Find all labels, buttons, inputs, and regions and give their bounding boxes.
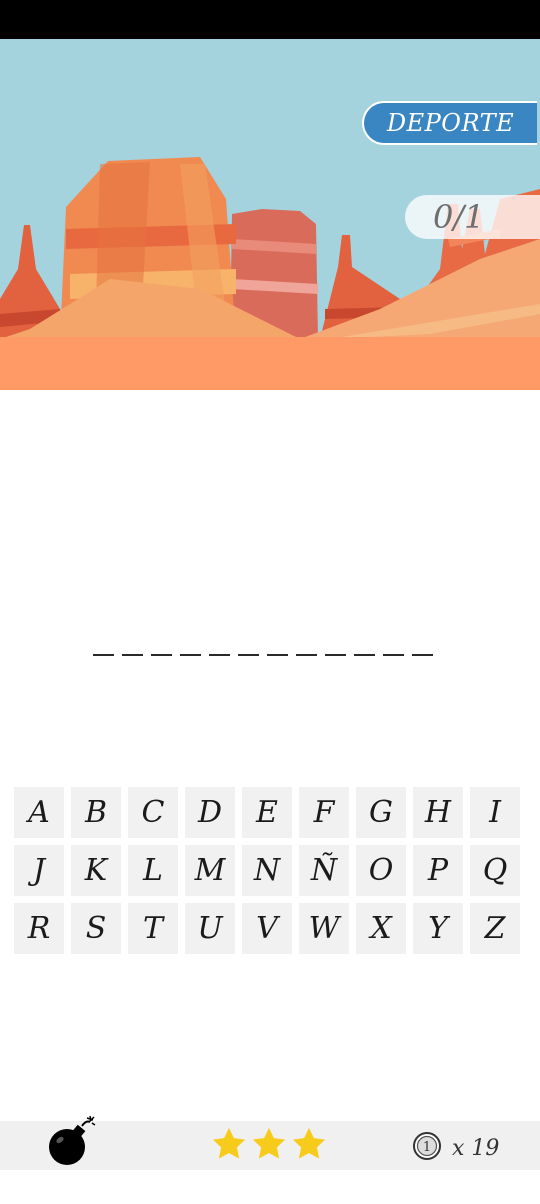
letter-blank — [93, 654, 114, 656]
coin-count: x 19 — [452, 1135, 500, 1161]
key-b[interactable]: B — [71, 787, 121, 838]
letter-blank — [151, 654, 172, 656]
letter-blank — [267, 654, 288, 656]
bomb-icon[interactable] — [46, 1114, 98, 1170]
letter-keyboard: ABCDEFGHI JKLMNÑOPQ RSTUVWXYZ — [14, 787, 526, 961]
letter-blank — [209, 654, 230, 656]
key-h[interactable]: H — [413, 787, 463, 838]
key-c[interactable]: C — [128, 787, 178, 838]
coin-balance: 1 x 19 — [412, 1131, 499, 1165]
key-o[interactable]: O — [356, 845, 406, 896]
desert-background: DEPORTE 0/1 — [0, 39, 540, 390]
key-e[interactable]: E — [242, 787, 292, 838]
key-p[interactable]: P — [413, 845, 463, 896]
letter-blank — [122, 654, 143, 656]
star-icon — [292, 1127, 326, 1159]
key-n[interactable]: N — [242, 845, 292, 896]
key-y[interactable]: Y — [413, 903, 463, 954]
letter-blank — [383, 654, 404, 656]
letter-blank — [354, 654, 375, 656]
key-l[interactable]: L — [128, 845, 178, 896]
key-s[interactable]: S — [71, 903, 121, 954]
progress-counter: 0/1 — [405, 195, 540, 239]
star-icon — [212, 1127, 246, 1159]
status-bar — [0, 0, 540, 39]
key-v[interactable]: V — [242, 903, 292, 954]
category-badge: DEPORTE — [362, 101, 537, 145]
letter-blank — [238, 654, 259, 656]
key-i[interactable]: I — [470, 787, 520, 838]
keyboard-row: ABCDEFGHI — [14, 787, 526, 838]
letter-blank — [296, 654, 317, 656]
key-j[interactable]: J — [14, 845, 64, 896]
letter-blank — [412, 654, 433, 656]
key-u[interactable]: U — [185, 903, 235, 954]
star-icon — [252, 1127, 286, 1159]
answer-blanks — [93, 640, 443, 660]
key-x[interactable]: X — [356, 903, 406, 954]
svg-text:1: 1 — [423, 1140, 431, 1155]
key-d[interactable]: D — [185, 787, 235, 838]
key-z[interactable]: Z — [470, 903, 520, 954]
coin-icon: 1 — [412, 1131, 442, 1165]
star-rating — [210, 1125, 328, 1163]
key-t[interactable]: T — [128, 903, 178, 954]
key-q[interactable]: Q — [470, 845, 520, 896]
letter-blank — [325, 654, 346, 656]
key-g[interactable]: G — [356, 787, 406, 838]
key-k[interactable]: K — [71, 845, 121, 896]
keyboard-row: RSTUVWXYZ — [14, 903, 526, 954]
key-r[interactable]: R — [14, 903, 64, 954]
letter-blank — [180, 654, 201, 656]
key-w[interactable]: W — [299, 903, 349, 954]
key-a[interactable]: A — [14, 787, 64, 838]
key-m[interactable]: M — [185, 845, 235, 896]
key-ñ[interactable]: Ñ — [299, 845, 349, 896]
keyboard-row: JKLMNÑOPQ — [14, 845, 526, 896]
key-f[interactable]: F — [299, 787, 349, 838]
